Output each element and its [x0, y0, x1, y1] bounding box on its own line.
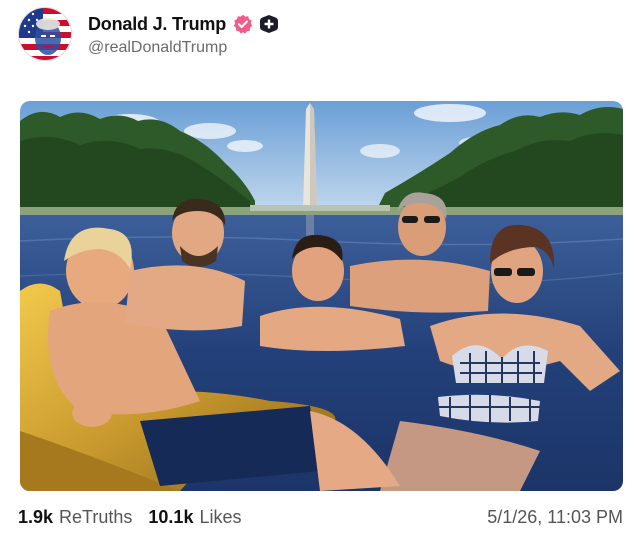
name-row: Donald J. Trump — [88, 11, 279, 37]
display-name[interactable]: Donald J. Trump — [88, 14, 226, 35]
author-info: Donald J. Trump @realDonaldTrump — [88, 11, 279, 57]
likes-label: Likes — [199, 506, 242, 527]
flag-portrait-avatar-icon — [19, 8, 71, 60]
verified-badge-icon — [233, 14, 253, 34]
likes-stat[interactable]: 10.1k Likes — [148, 507, 241, 528]
plus-badge-icon[interactable] — [259, 14, 279, 34]
pool-photo-icon — [20, 101, 623, 491]
avatar[interactable] — [18, 7, 72, 61]
post-image[interactable] — [20, 101, 623, 491]
post-footer: 1.9k ReTruths 10.1k Likes 5/1/26, 11:03 … — [18, 504, 623, 530]
likes-count: 10.1k — [148, 506, 194, 527]
author-handle[interactable]: @realDonaldTrump — [88, 39, 279, 57]
retruths-label: ReTruths — [59, 506, 133, 527]
retruths-count: 1.9k — [18, 506, 54, 527]
retruths-stat[interactable]: 1.9k ReTruths — [18, 507, 132, 528]
post-card: Donald J. Trump @realDonaldTrump 1.9k Re… — [0, 0, 634, 537]
post-timestamp[interactable]: 5/1/26, 11:03 PM — [487, 507, 623, 528]
post-header: Donald J. Trump @realDonaldTrump — [18, 6, 279, 62]
